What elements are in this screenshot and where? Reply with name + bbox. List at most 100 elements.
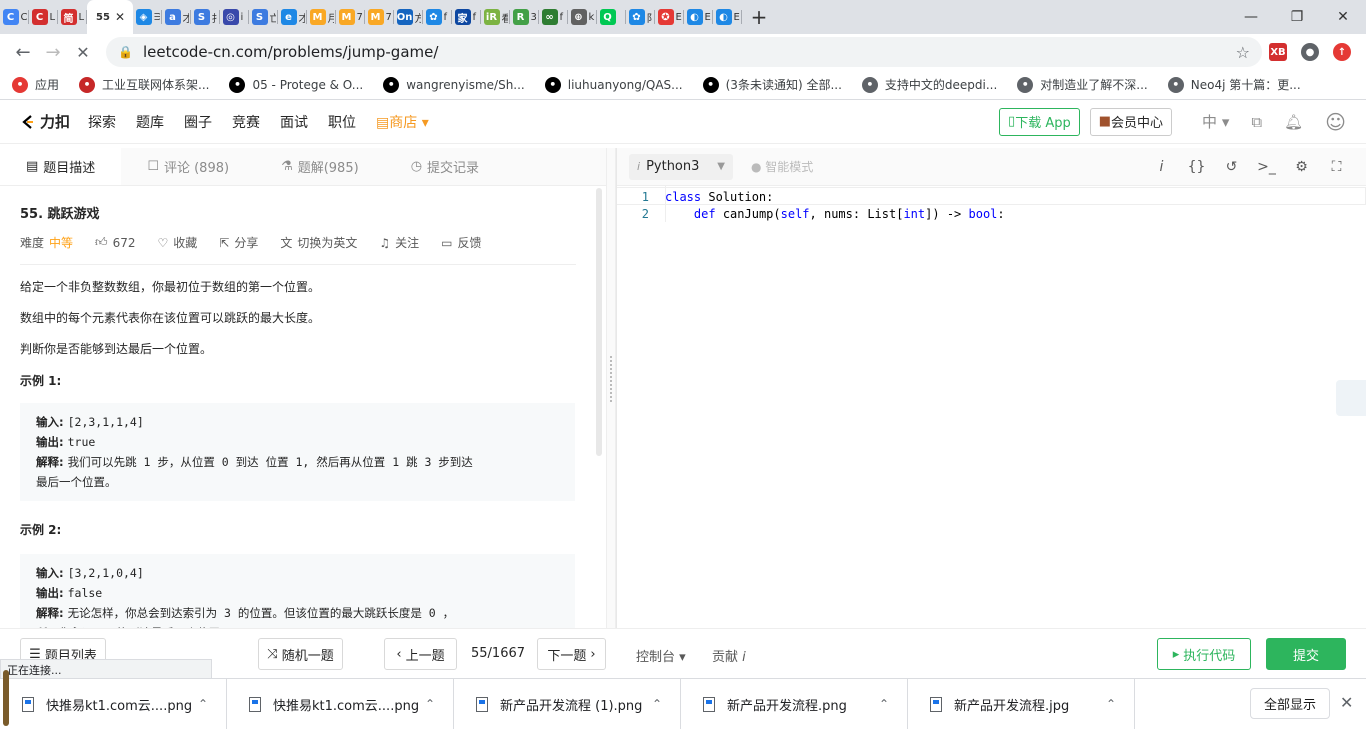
nav-problemset[interactable]: 题库 [136, 112, 164, 132]
back-icon[interactable]: ← [8, 42, 38, 63]
browser-tab[interactable]: M月 [307, 0, 336, 34]
minimize-icon[interactable]: — [1228, 9, 1274, 25]
submit-button[interactable]: 提交 [1266, 638, 1346, 670]
info-icon[interactable]: i [1144, 159, 1179, 175]
bookmark-item[interactable]: • 支持中文的deepdi... [861, 76, 997, 93]
browser-tab[interactable]: M7 [365, 0, 394, 34]
nav-jobs[interactable]: 职位 [328, 112, 356, 132]
stop-loading-icon[interactable]: ✕ [68, 43, 98, 62]
bookmark-star-icon[interactable]: ☆ [1236, 43, 1250, 62]
chevron-up-icon[interactable]: ⌃ [198, 697, 208, 711]
browser-tab[interactable]: M7 [336, 0, 365, 34]
browser-tab[interactable]: S扌 [191, 0, 220, 34]
download-item[interactable]: 快推易kt1.com云....png ⌃ [227, 679, 454, 729]
tab-solutions[interactable]: ⚗ 题解(985) [255, 148, 385, 185]
browser-tab[interactable]: ✿ f [423, 0, 452, 34]
leetcode-logo[interactable]: 力扣 [20, 111, 70, 132]
language-switch[interactable]: 中 ▾ [1202, 111, 1229, 132]
browser-tab[interactable]: ◎ i [220, 0, 249, 34]
notes-icon[interactable]: ⧉ [1251, 113, 1262, 131]
bookmark-item[interactable]: • 05 - Protege & O... [229, 76, 363, 93]
braces-icon[interactable]: {} [1179, 159, 1214, 175]
chevron-up-icon[interactable]: ⌃ [652, 697, 662, 711]
reset-icon[interactable]: ↺ [1214, 159, 1249, 175]
bookmark-item[interactable]: • wangrenyisme/Sh... [383, 76, 525, 93]
panel-splitter[interactable] [606, 148, 616, 628]
browser-tab[interactable]: R3 [510, 0, 539, 34]
browser-tab[interactable]: Q [597, 0, 626, 34]
chevron-up-icon[interactable]: ⌃ [425, 697, 435, 711]
smart-mode-toggle[interactable]: ● 智能模式 [751, 158, 813, 175]
console-toggle[interactable]: 控制台 ▾ [636, 646, 686, 665]
bookmark-item[interactable]: • (3条未读通知) 全部... [702, 76, 842, 93]
nav-shop[interactable]: ▤商店 ▾ [376, 112, 429, 132]
bookmark-item[interactable]: • 应用 [12, 76, 59, 93]
download-item[interactable]: 新产品开发流程.png ⌃ [681, 679, 908, 729]
language-select[interactable]: i Python3 ▼ [629, 153, 733, 180]
restore-icon[interactable]: ❐ [1274, 9, 1320, 25]
browser-tab[interactable]: ✿ 阝 [626, 0, 655, 34]
nav-circle[interactable]: 圈子 [184, 112, 212, 132]
url-text[interactable]: leetcode-cn.com/problems/jump-game/ [143, 43, 438, 61]
browser-tab[interactable]: ∞ f [539, 0, 568, 34]
browser-tab[interactable]: ◐ E [713, 0, 742, 34]
forward-icon[interactable]: → [38, 42, 68, 63]
bookmark-item[interactable]: • Neo4j 第十篇：更... [1167, 76, 1301, 93]
browser-tab[interactable]: On 方 [394, 0, 423, 34]
description-scrollbar[interactable] [596, 188, 602, 456]
contribute-link[interactable]: 贡献 i [712, 646, 746, 665]
user-avatar-icon[interactable]: ☺ [1325, 110, 1346, 134]
download-app-button[interactable]: ▯ 下载 App [999, 107, 1080, 136]
share-button[interactable]: ⇱ 分享 [219, 234, 258, 251]
code-editor[interactable]: 1 class Solution: 2 def canJump(self, nu… [617, 186, 1366, 223]
like-button[interactable]: 👍︎ 672 [95, 235, 135, 250]
collect-button[interactable]: ♡ 收藏 [157, 234, 197, 251]
tab-submissions[interactable]: ◷ 提交记录 [385, 148, 505, 185]
lock-icon[interactable]: 🔒 [118, 45, 133, 59]
nav-explore[interactable]: 探索 [88, 112, 116, 132]
nav-contest[interactable]: 竞赛 [232, 112, 260, 132]
feedback-button[interactable]: ▭ 反馈 [441, 234, 481, 251]
browser-tab[interactable]: 家f [452, 0, 481, 34]
omnibox[interactable]: 🔒 leetcode-cn.com/problems/jump-game/ ☆ [106, 37, 1262, 67]
nav-interview[interactable]: 面试 [280, 112, 308, 132]
close-window-icon[interactable]: ✕ [1320, 9, 1366, 25]
tab-comments[interactable]: ☐ 评论 (898) [121, 148, 255, 185]
side-float-tab[interactable] [1336, 380, 1366, 416]
browser-tab-active[interactable]: 55 ✕ [87, 0, 133, 34]
chevron-up-icon[interactable]: ⌃ [1106, 697, 1116, 711]
extension-xb[interactable]: XB [1262, 43, 1294, 61]
next-button[interactable]: 下一题 › [537, 638, 606, 670]
show-all-downloads-button[interactable]: 全部显示 [1250, 688, 1330, 719]
run-code-button[interactable]: ▸ 执行代码 [1157, 638, 1251, 670]
download-item[interactable]: 快推易kt1.com云....png ⌃ [0, 679, 227, 729]
bookmark-item[interactable]: • 工业互联网体系架... [79, 76, 209, 93]
terminal-icon[interactable]: >_ [1249, 159, 1284, 175]
browser-tab[interactable]: a才 [162, 0, 191, 34]
tab-description[interactable]: ▤ 题目描述 [0, 148, 122, 185]
browser-tab[interactable]: ✪ E [655, 0, 684, 34]
chevron-up-icon[interactable]: ⌃ [879, 697, 889, 711]
bell-icon[interactable]: 🔔︎ [1284, 113, 1303, 131]
fullscreen-icon[interactable]: ⛶ [1319, 159, 1354, 175]
prev-button[interactable]: ‹ 上一题 [384, 638, 457, 670]
browser-tab[interactable]: CC [0, 0, 29, 34]
profile-avatar[interactable]: ● [1294, 43, 1326, 61]
random-button[interactable]: ⤨ 随机一题 [258, 638, 343, 670]
new-tab-button[interactable]: + [742, 5, 776, 29]
member-center-button[interactable]: ■ 会员中心 [1089, 107, 1173, 136]
settings-icon[interactable]: ⚙ [1284, 159, 1319, 175]
switch-english-button[interactable]: 文切换为英文 [280, 234, 357, 251]
browser-tab[interactable]: 简L [58, 0, 87, 34]
download-item[interactable]: 新产品开发流程.jpg ⌃ [908, 679, 1135, 729]
follow-button[interactable]: ♫ 关注 [379, 234, 419, 251]
browser-tab[interactable]: e才 [278, 0, 307, 34]
update-button[interactable]: ↑ [1326, 43, 1358, 61]
close-tab-icon[interactable]: ✕ [115, 10, 125, 24]
download-item[interactable]: 新产品开发流程 (1).png ⌃ [454, 679, 681, 729]
browser-tab[interactable]: ⊕ k [568, 0, 597, 34]
browser-tab[interactable]: ◈ ∋ [133, 0, 162, 34]
browser-tab[interactable]: ◐ E [684, 0, 713, 34]
browser-tab[interactable]: iR 看 [481, 0, 510, 34]
close-downloads-icon[interactable]: ✕ [1340, 693, 1353, 712]
